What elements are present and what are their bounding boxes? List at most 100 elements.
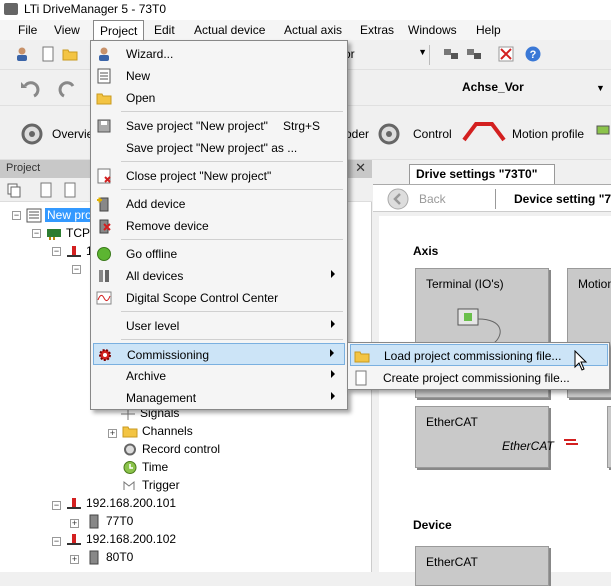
menu-separator xyxy=(121,111,343,112)
menu-save-as[interactable]: Save project "New project" as ... xyxy=(93,137,345,159)
menu-user-level[interactable]: User level xyxy=(93,315,345,337)
menu-actual-device[interactable]: Actual device xyxy=(188,22,271,40)
menu-wizard-label: Wizard... xyxy=(126,47,174,61)
menu-scope[interactable]: Digital Scope Control Center xyxy=(93,287,345,309)
axis-combo-arrow[interactable]: ▼ xyxy=(596,83,605,93)
menu-wizard[interactable]: Wizard... xyxy=(93,43,345,65)
navigation-bar: Back Device setting "7 xyxy=(373,184,611,212)
undo-icon[interactable] xyxy=(18,78,40,100)
menu-project[interactable]: Project xyxy=(93,20,145,41)
tree-expander-80[interactable]: + xyxy=(70,555,79,564)
menu-add-device[interactable]: Add device xyxy=(93,193,345,215)
submenu-create-commissioning[interactable]: Create project commissioning file... xyxy=(350,367,608,389)
ethercat-logo: EtherCAT xyxy=(502,439,554,453)
copy-icon[interactable] xyxy=(6,182,22,198)
project-doc-icon xyxy=(26,208,42,223)
overview-label[interactable]: Overvie xyxy=(52,127,93,141)
control-label[interactable]: Control xyxy=(413,127,452,141)
tree-expander-root[interactable]: − xyxy=(12,211,21,220)
io-icon[interactable] xyxy=(595,122,611,138)
tree-expander-channels[interactable]: + xyxy=(108,429,117,438)
tree-root-label[interactable]: New proj xyxy=(45,208,97,222)
redo-icon[interactable] xyxy=(58,78,80,100)
drive-icon xyxy=(89,514,99,529)
tree-time-label: Time xyxy=(142,460,169,474)
tree-expander-device[interactable]: − xyxy=(72,265,81,274)
menu-separator xyxy=(121,161,343,162)
remove-node-icon[interactable] xyxy=(62,182,78,198)
menu-commissioning[interactable]: Commissioning xyxy=(93,343,345,365)
menu-edit[interactable]: Edit xyxy=(148,22,181,40)
tree-expander-101[interactable]: − xyxy=(52,501,61,510)
close-panel-icon[interactable]: ✕ xyxy=(355,160,366,176)
tree-expander-tcp[interactable]: − xyxy=(32,229,41,238)
menu-go-offline[interactable]: Go offline xyxy=(93,243,345,265)
tab-drive-settings[interactable]: Drive settings "73T0" xyxy=(409,164,555,184)
submenu-arrow-icon xyxy=(331,370,335,378)
menu-management[interactable]: Management xyxy=(93,387,345,409)
submenu-create-label: Create project commissioning file... xyxy=(383,371,570,385)
ethercat-tile[interactable]: EtherCAT EtherCAT xyxy=(415,406,578,468)
network-icon-2[interactable] xyxy=(466,46,482,62)
mouse-cursor-icon xyxy=(574,350,588,371)
menu-separator xyxy=(121,189,343,190)
all-devices-icon xyxy=(99,270,109,282)
menu-all-devices[interactable]: All devices xyxy=(93,265,345,287)
menu-remove-device[interactable]: Remove device xyxy=(93,215,345,237)
menu-view[interactable]: View xyxy=(48,22,86,40)
tree-device-77-label: 77T0 xyxy=(106,514,134,528)
menu-actual-axis[interactable]: Actual axis xyxy=(278,22,348,40)
menu-save[interactable]: Save project "New project" Strg+S xyxy=(93,115,345,137)
menu-archive[interactable]: Archive xyxy=(93,365,345,387)
help-icon[interactable]: ? xyxy=(525,46,541,62)
menu-save-shortcut: Strg+S xyxy=(283,119,321,133)
terminal-connector-icon xyxy=(457,308,501,344)
menu-scope-label: Digital Scope Control Center xyxy=(126,291,279,305)
menu-all-devices-label: All devices xyxy=(126,269,184,283)
submenu-arrow-icon xyxy=(331,320,335,328)
motion-profile-icon[interactable] xyxy=(462,120,506,144)
user-icon[interactable] xyxy=(14,46,30,62)
project-panel-title: Project xyxy=(6,162,41,174)
back-button[interactable]: Back xyxy=(419,192,446,206)
drive-icon xyxy=(89,550,99,565)
tree-ip-101-label: 192.168.200.101 xyxy=(86,496,177,510)
menu-save-label: Save project "New project" xyxy=(126,119,268,133)
add-node-icon[interactable] xyxy=(38,182,54,198)
tree-expander-1[interactable]: − xyxy=(52,247,61,256)
open-folder-icon[interactable] xyxy=(62,46,78,62)
menu-windows[interactable]: Windows xyxy=(402,22,463,40)
ethercat-device-tile[interactable]: EtherCAT xyxy=(415,546,549,586)
device-setting-breadcrumb: Device setting "7 xyxy=(514,192,611,206)
svg-text:?: ? xyxy=(530,49,537,61)
encoder-label[interactable]: oder xyxy=(345,127,369,141)
network-icon[interactable] xyxy=(443,46,459,62)
menu-help[interactable]: Help xyxy=(470,22,507,40)
network-node-icon xyxy=(67,534,81,545)
menu-save-as-label: Save project "New project" as ... xyxy=(126,141,298,155)
scope-icon xyxy=(96,291,112,305)
back-arrow-icon[interactable] xyxy=(387,188,409,210)
menu-extras[interactable]: Extras xyxy=(354,22,400,40)
menu-separator xyxy=(121,239,343,240)
menu-add-device-label: Add device xyxy=(126,197,186,211)
add-device-icon xyxy=(97,197,109,212)
menu-new[interactable]: New xyxy=(93,65,345,87)
motion-profile-label[interactable]: Motion profile xyxy=(512,127,584,141)
submenu-load-commissioning[interactable]: Load project commissioning file... xyxy=(350,344,608,366)
tree-expander-102[interactable]: − xyxy=(52,537,61,546)
overview-gear-icon[interactable] xyxy=(18,120,46,148)
folder-icon xyxy=(122,426,138,438)
menu-open[interactable]: Open xyxy=(93,87,345,109)
tree-expander-77[interactable]: + xyxy=(70,519,79,528)
menu-file[interactable]: File xyxy=(12,22,43,40)
disconnect-icon[interactable] xyxy=(498,46,514,62)
side-tile[interactable] xyxy=(607,406,611,468)
submenu-arrow-icon xyxy=(331,392,335,400)
tree-tcp-label: TCP xyxy=(66,226,90,240)
axis-combo[interactable]: Achse_Vor xyxy=(462,80,524,94)
menu-close-project[interactable]: Close project "New project" xyxy=(93,165,345,187)
control-gear-icon[interactable] xyxy=(375,120,403,148)
app-icon xyxy=(4,3,18,15)
new-file-icon[interactable] xyxy=(40,46,56,62)
